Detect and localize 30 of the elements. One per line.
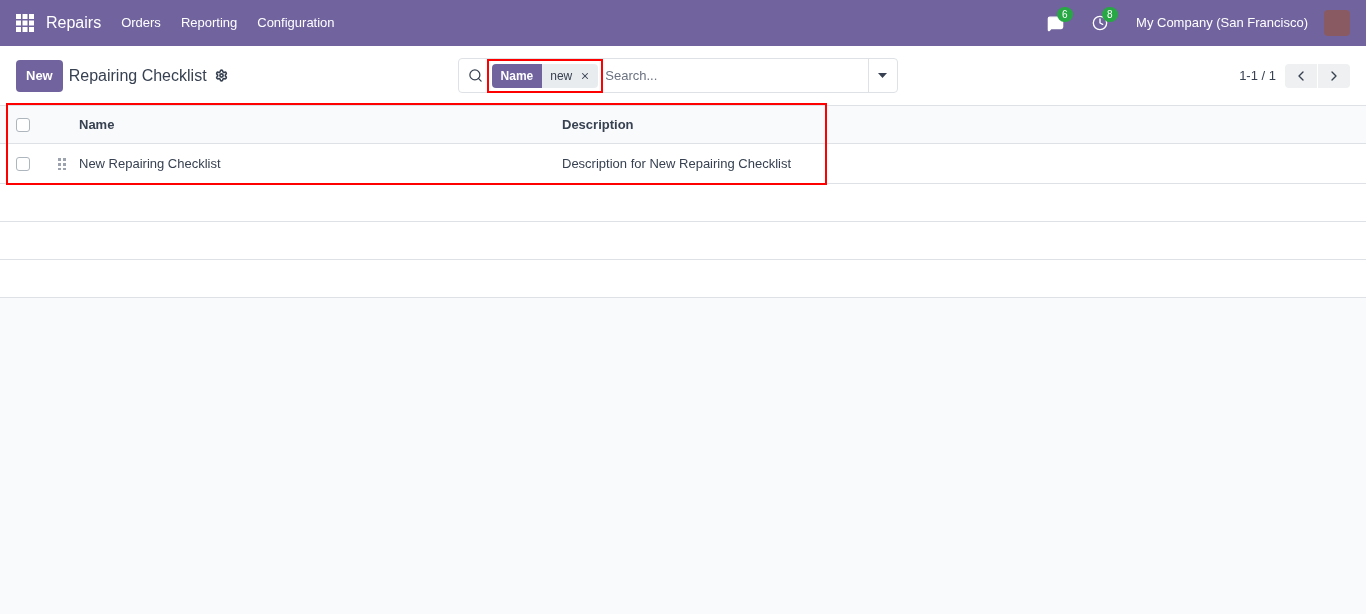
facet-field-label: Name [491,63,543,88]
checkbox[interactable] [16,117,30,132]
search-icon[interactable] [467,68,483,83]
app-name[interactable]: Repairs [46,11,102,35]
breadcrumb-title: Repairing Checklist [68,65,207,86]
close-icon [580,70,591,81]
company-name[interactable]: My Company (San Francisco) [1136,13,1308,33]
search-input[interactable]: Search... [605,65,868,86]
caret-icon [878,73,888,78]
next-page-button[interactable] [1318,63,1350,88]
menu-item[interactable]: Configuration [257,13,335,33]
drag-handle-icon[interactable] [58,157,66,170]
menu-item[interactable]: Reporting [180,13,238,33]
table-cell-text: New Repairing Checklist [79,154,222,173]
pager-value[interactable]: 1-1 / 1 [1239,65,1276,86]
table-cell-text: Description for New Repairing Checklist [562,154,792,173]
search-field[interactable]: Name new Search... [457,58,898,93]
column-header[interactable]: Name [79,114,562,135]
facet-value: new [542,63,577,88]
settings-icon[interactable] [214,69,228,82]
menu-item[interactable]: Orders [121,13,161,33]
column-header[interactable]: Description [562,114,634,135]
activity-count-badge: 8 [1102,7,1118,22]
previous-page-button[interactable] [1285,63,1317,88]
checkbox[interactable] [16,156,30,171]
clock-icon[interactable] [1092,15,1109,31]
new-button[interactable]: New [16,59,63,92]
app-grid-icon[interactable] [16,14,34,32]
remove-facet-button[interactable] [576,63,599,88]
message-count-badge: 6 [1057,6,1073,22]
